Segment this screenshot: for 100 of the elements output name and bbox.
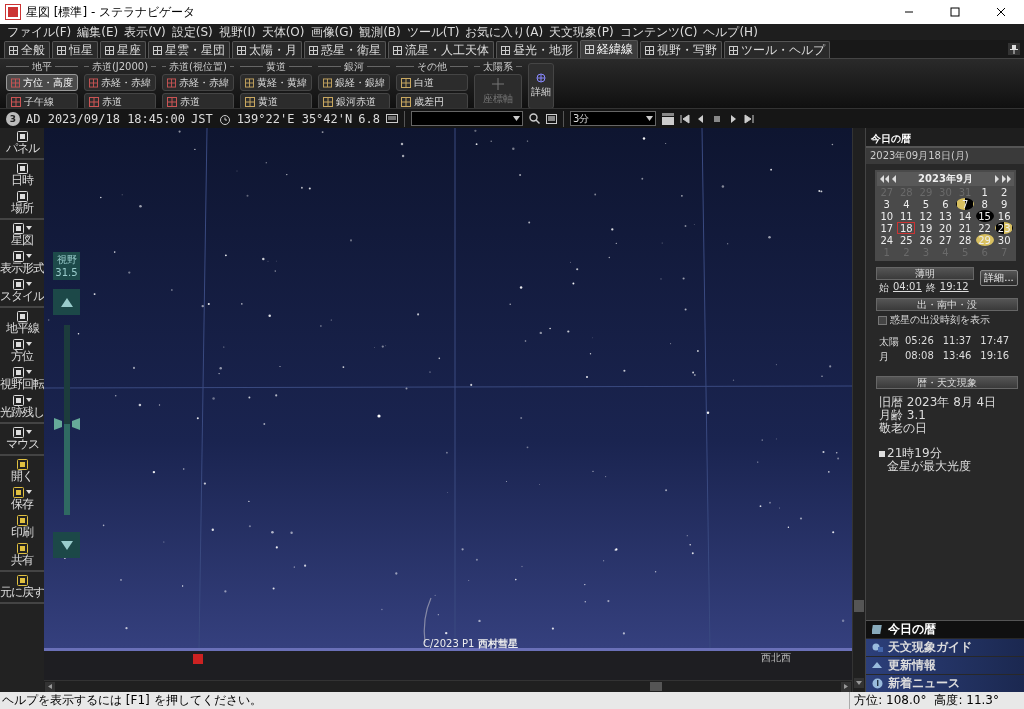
step-icon[interactable] <box>661 112 674 125</box>
horizontal-scrollbar[interactable] <box>44 680 852 692</box>
down-arrow-icon[interactable] <box>856 681 862 685</box>
toolbar-button[interactable]: 日時 <box>0 161 44 189</box>
menu-item[interactable]: ヘルプ(H) <box>700 23 761 41</box>
right-arrow-icon[interactable] <box>844 684 848 689</box>
toolbar-button[interactable]: 保存 <box>0 485 44 513</box>
toggle-button[interactable]: 銀経・銀緯 <box>318 74 390 91</box>
menu-item[interactable]: 編集(E) <box>74 23 122 41</box>
skip-back-icon[interactable] <box>679 113 690 124</box>
calendar-day[interactable]: 21 <box>956 222 975 234</box>
skip-forward-icon[interactable] <box>743 113 754 124</box>
toolbar-button[interactable]: スタイル <box>0 277 44 305</box>
tab[interactable]: 全般 <box>4 41 50 58</box>
toggle-button[interactable]: 赤経・赤緯 <box>162 74 234 91</box>
tab[interactable]: ツール・ヘルプ <box>724 41 830 58</box>
tab[interactable]: 恒星 <box>52 41 98 58</box>
calendar-day[interactable]: 2 <box>995 186 1014 198</box>
left-arrow-icon[interactable] <box>48 684 52 689</box>
calendar-day[interactable]: 30 <box>995 234 1014 246</box>
toggle-button[interactable]: 方位・高度 <box>6 74 78 91</box>
tab[interactable]: 星雲・星団 <box>148 41 230 58</box>
tab[interactable]: 視野・写野 <box>640 41 722 58</box>
calendar-day[interactable]: 3 <box>877 198 896 210</box>
tab[interactable]: 太陽・月 <box>232 41 302 58</box>
toggle-button[interactable]: 黄経・黄緯 <box>240 74 312 91</box>
slider-thumb[interactable] <box>53 417 80 430</box>
menu-item[interactable]: コンテンツ(C) <box>616 23 701 41</box>
calendar-day[interactable]: 14 <box>956 210 975 222</box>
calendar-day[interactable]: 26 <box>916 234 935 246</box>
menu-item[interactable]: 視野(I) <box>215 23 259 41</box>
toolbar-button[interactable]: 元に戻す <box>0 573 44 601</box>
menu-item[interactable]: 天文現象(P) <box>546 23 617 41</box>
search-dropdown[interactable] <box>410 111 523 126</box>
calendar-day[interactable]: 10 <box>877 210 896 222</box>
screen-icon[interactable] <box>385 113 398 124</box>
toolbar-button[interactable]: 表示形式 <box>0 249 44 277</box>
search-icon[interactable] <box>528 113 540 124</box>
calendar-day[interactable]: 11 <box>897 210 916 222</box>
step-dropdown[interactable]: 3分 <box>569 111 656 126</box>
calendar-day[interactable]: 15 <box>975 210 994 222</box>
toolbar-button[interactable]: 共有 <box>0 541 44 569</box>
toolbar-button[interactable]: 視野回転 <box>0 365 44 393</box>
location-coordinates[interactable]: 139°22'E 35°42'N <box>236 111 353 126</box>
window-icon[interactable] <box>545 113 557 124</box>
menu-item[interactable]: 表示(V) <box>121 23 169 41</box>
toolbar-button[interactable]: 印刷 <box>0 513 44 541</box>
calendar-day[interactable]: 20 <box>936 222 955 234</box>
menu-item[interactable]: 画像(G) <box>307 23 357 41</box>
clock-icon[interactable] <box>218 112 231 125</box>
date-time[interactable]: AD 2023/09/18 18:45:00 <box>26 111 185 126</box>
calendar-day[interactable]: 7 <box>956 198 975 210</box>
calendar-day[interactable]: 27 <box>936 234 955 246</box>
calendar-day[interactable]: 6 <box>936 198 955 210</box>
menu-item[interactable]: 天体(O) <box>258 23 308 41</box>
calendar-day[interactable]: 18 <box>897 222 916 234</box>
calendar-day[interactable]: 12 <box>916 210 935 222</box>
toggle-button[interactable]: 赤経・赤緯 <box>84 74 156 91</box>
panel-tab[interactable]: 更新情報 <box>866 657 1024 674</box>
calendar-day[interactable]: 17 <box>877 222 896 234</box>
tab[interactable]: 惑星・衛星 <box>304 41 386 58</box>
detail-button[interactable]: 詳細... <box>980 270 1018 286</box>
tab[interactable]: 経緯線 <box>580 40 638 58</box>
calendar-day[interactable]: 23 <box>995 222 1014 234</box>
scrollbar-thumb[interactable] <box>650 682 662 691</box>
menu-item[interactable]: 設定(S) <box>168 23 216 41</box>
calendar-day[interactable]: 22 <box>975 222 994 234</box>
menu-item[interactable]: ツール(T) <box>403 23 463 41</box>
vertical-scrollbar[interactable] <box>852 128 865 692</box>
speed-badge[interactable]: 3 <box>6 111 20 126</box>
panel-tab[interactable]: 新着ニュース <box>866 675 1024 692</box>
calendar-day[interactable]: 4 <box>897 198 916 210</box>
menu-item[interactable]: 観測(B) <box>356 23 404 41</box>
calendar-day[interactable]: 24 <box>877 234 896 246</box>
panel-tab[interactable]: 今日の暦 <box>866 621 1024 638</box>
menu-item[interactable]: お気に入り(A) <box>462 23 547 41</box>
toolbar-button[interactable]: 開く <box>0 457 44 485</box>
toolbar-button[interactable]: 星図 <box>0 221 44 249</box>
pin-button[interactable] <box>1008 43 1020 55</box>
toolbar-button[interactable]: 方位 <box>0 337 44 365</box>
calendar-day[interactable]: 5 <box>916 198 935 210</box>
menu-item[interactable]: ファイル(F) <box>4 23 75 41</box>
stop-icon[interactable] <box>711 113 722 124</box>
tab[interactable]: 星座 <box>100 41 146 58</box>
scrollbar-thumb[interactable] <box>854 600 864 612</box>
calendar-day[interactable]: 25 <box>897 234 916 246</box>
toggle-button[interactable]: 白道 <box>396 74 468 91</box>
toolbar-button[interactable]: 光跡残し <box>0 393 44 421</box>
toolbar-button[interactable]: 場所 <box>0 189 44 217</box>
calendar-day[interactable]: 1 <box>975 186 994 198</box>
panel-tab[interactable]: 天文現象ガイド <box>866 639 1024 656</box>
zoom-out-button[interactable] <box>53 532 80 558</box>
toolbar-button[interactable]: 地平線 <box>0 309 44 337</box>
time-zone[interactable]: JST <box>190 111 213 126</box>
limiting-magnitude[interactable]: 6.8 <box>358 111 380 126</box>
toolbar-button[interactable]: パネル <box>0 129 44 157</box>
calendar-day[interactable]: 9 <box>995 198 1014 210</box>
calendar-day[interactable]: 28 <box>956 234 975 246</box>
zoom-in-button[interactable] <box>53 289 80 315</box>
tab[interactable]: 流星・人工天体 <box>388 41 494 58</box>
